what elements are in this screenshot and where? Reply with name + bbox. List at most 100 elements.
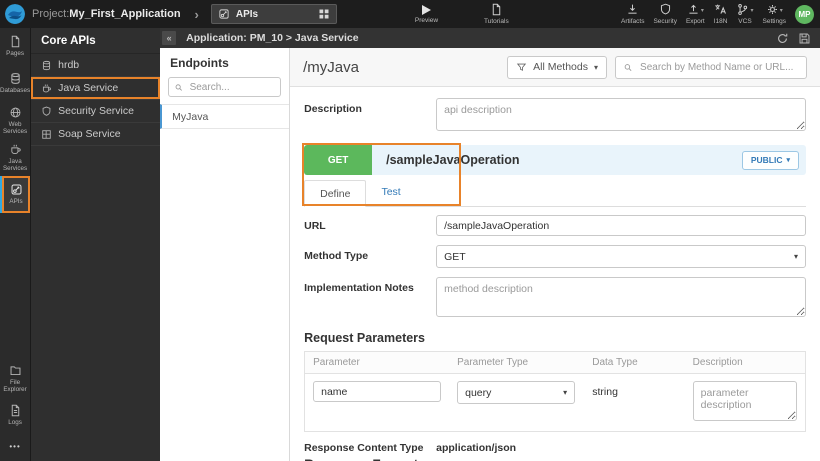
app-screen: Project:My_First_Application › APIs Prev… xyxy=(0,0,820,461)
sidebar-item-web-services[interactable]: Web Services xyxy=(0,102,30,139)
tab-apis[interactable]: APIs xyxy=(210,4,337,24)
endpoint-item-myjava[interactable]: MyJava xyxy=(160,104,290,129)
preview-label: Preview xyxy=(414,16,439,24)
endpoints-search[interactable] xyxy=(168,77,282,97)
user-avatar[interactable]: MP xyxy=(795,4,814,24)
play-icon xyxy=(421,4,431,15)
operation-tabs: Define Test xyxy=(304,179,806,207)
sidebar-item-pages[interactable]: Pages xyxy=(0,28,30,65)
core-apis-title: Core APIs xyxy=(31,28,161,54)
col-data-type: Data Type xyxy=(584,351,685,374)
filter-icon xyxy=(516,63,527,71)
operation-header-bar[interactable]: GET /sampleJavaOperation PUBLIC ▾ xyxy=(304,145,806,175)
sidebar-item-logs[interactable]: Logs xyxy=(0,397,30,434)
collapse-panel-icon[interactable]: « xyxy=(162,31,177,45)
caret-down-icon: ▾ xyxy=(793,252,798,261)
operation-path: /sampleJavaOperation xyxy=(386,153,520,167)
settings-label: Settings xyxy=(762,18,787,25)
methods-filter-dropdown[interactable]: All Methods ▾ xyxy=(507,55,607,79)
topbar-right-actions: Artifacts Security ▾ Export I18N ▾ VCS ▾… xyxy=(621,3,820,25)
vcs-button[interactable]: ▾ VCS xyxy=(736,3,754,25)
caret-down-icon: ▾ xyxy=(593,62,598,72)
security-label: Security xyxy=(653,18,677,25)
tutorials-button[interactable]: Tutorials xyxy=(484,3,509,25)
core-api-item-java-service[interactable]: Java Service xyxy=(31,77,161,100)
api-icon xyxy=(219,9,229,19)
breadcrumb: Application: PM_10 > Java Service xyxy=(186,32,359,44)
artifacts-button[interactable]: Artifacts xyxy=(621,3,644,25)
preview-button[interactable]: Preview xyxy=(415,3,438,25)
description-textarea[interactable] xyxy=(436,98,806,131)
settings-button[interactable]: ▾ Settings xyxy=(762,3,787,25)
topbar-center-actions: Preview Tutorials xyxy=(415,3,509,25)
parameter-type-select[interactable]: query ▾ xyxy=(457,381,576,404)
url-label: URL xyxy=(304,220,326,232)
upload-icon xyxy=(689,4,698,14)
page-title: /myJava xyxy=(303,58,359,76)
globe-icon xyxy=(10,107,20,118)
document-icon xyxy=(492,3,501,16)
response-format-title: Response Format xyxy=(304,457,806,461)
topbar: Project:My_First_Application › APIs Prev… xyxy=(0,0,820,28)
endpoints-title: Endpoints xyxy=(170,56,229,70)
tab-test[interactable]: Test xyxy=(366,179,415,206)
more-options-icon[interactable]: ••• xyxy=(0,434,30,461)
core-api-item-hrdb[interactable]: hrdb xyxy=(31,54,161,77)
vcs-label: VCS xyxy=(738,18,752,25)
col-description: Description xyxy=(684,351,806,374)
chevron-right-icon: › xyxy=(194,6,199,22)
api-icon xyxy=(11,184,22,195)
core-api-item-security-service[interactable]: Security Service xyxy=(31,100,161,123)
soap-icon xyxy=(42,129,51,139)
log-file-icon xyxy=(11,405,19,417)
tab-apis-label: APIs xyxy=(235,8,259,20)
sidebar-item-java-services[interactable]: Java Services xyxy=(0,139,30,176)
method-search-input[interactable] xyxy=(638,60,799,74)
coffee-icon xyxy=(10,144,21,154)
visibility-dropdown[interactable]: PUBLIC ▾ xyxy=(741,150,799,170)
api-editor: /myJava All Methods ▾ Search by Method N… xyxy=(290,48,820,461)
endpoints-search-input[interactable] xyxy=(187,80,276,94)
refresh-icon[interactable] xyxy=(776,32,789,45)
sidebar-item-databases[interactable]: Databases xyxy=(0,65,30,102)
col-parameter-type: Parameter Type xyxy=(449,351,585,374)
security-button[interactable]: Security xyxy=(653,3,677,25)
application-header-bar: « Application: PM_10 > Java Service xyxy=(160,28,820,48)
project-label[interactable]: Project:My_First_Application xyxy=(32,8,181,20)
workspace: « Application: PM_10 > Java Service Endp… xyxy=(160,28,820,461)
method-type-select[interactable]: GET ▾ xyxy=(436,245,806,268)
caret-down-icon: ▾ xyxy=(563,388,568,397)
wavemaker-logo-icon[interactable] xyxy=(5,4,25,24)
method-search[interactable] xyxy=(615,55,807,79)
page-icon xyxy=(11,36,19,48)
coffee-icon xyxy=(43,83,52,92)
col-parameter: Parameter xyxy=(304,351,450,374)
request-parameters-table: Parameter Parameter Type Data Type Descr… xyxy=(304,351,806,432)
url-input[interactable] xyxy=(436,215,806,236)
sidebar-item-apis[interactable]: APIs xyxy=(0,176,31,213)
core-api-item-soap-service[interactable]: Soap Service xyxy=(31,123,161,146)
i18n-button[interactable]: I18N xyxy=(714,3,727,25)
parameter-name-input[interactable] xyxy=(313,381,442,402)
tab-define[interactable]: Define xyxy=(304,180,367,207)
parameter-description-textarea[interactable] xyxy=(692,381,797,421)
database-icon xyxy=(10,73,20,85)
caret-down-icon: ▾ xyxy=(779,8,783,14)
implementation-notes-textarea[interactable] xyxy=(436,277,806,317)
method-badge[interactable]: GET xyxy=(304,145,373,175)
api-editor-header: /myJava All Methods ▾ xyxy=(290,48,820,87)
search-icon xyxy=(175,83,183,91)
api-editor-body: Description GET /sampleJavaOperation xyxy=(290,87,820,461)
tutorials-label: Tutorials xyxy=(484,18,509,25)
response-content-type-label: Response Content Type xyxy=(304,442,424,454)
export-button[interactable]: ▾ Export xyxy=(686,3,705,25)
sidebar-item-file-explorer[interactable]: File Explorer xyxy=(0,360,30,397)
implementation-notes-label: Implementation Notes xyxy=(304,282,414,294)
grid-icon[interactable] xyxy=(318,8,330,20)
core-apis-panel: Core APIs hrdb Java Service Security Ser… xyxy=(30,28,161,461)
parameter-row: query ▾ string xyxy=(305,374,806,432)
method-type-label: Method Type xyxy=(304,250,369,262)
save-icon[interactable] xyxy=(798,32,811,45)
operation-block: GET /sampleJavaOperation PUBLIC ▾ Define… xyxy=(302,143,806,207)
